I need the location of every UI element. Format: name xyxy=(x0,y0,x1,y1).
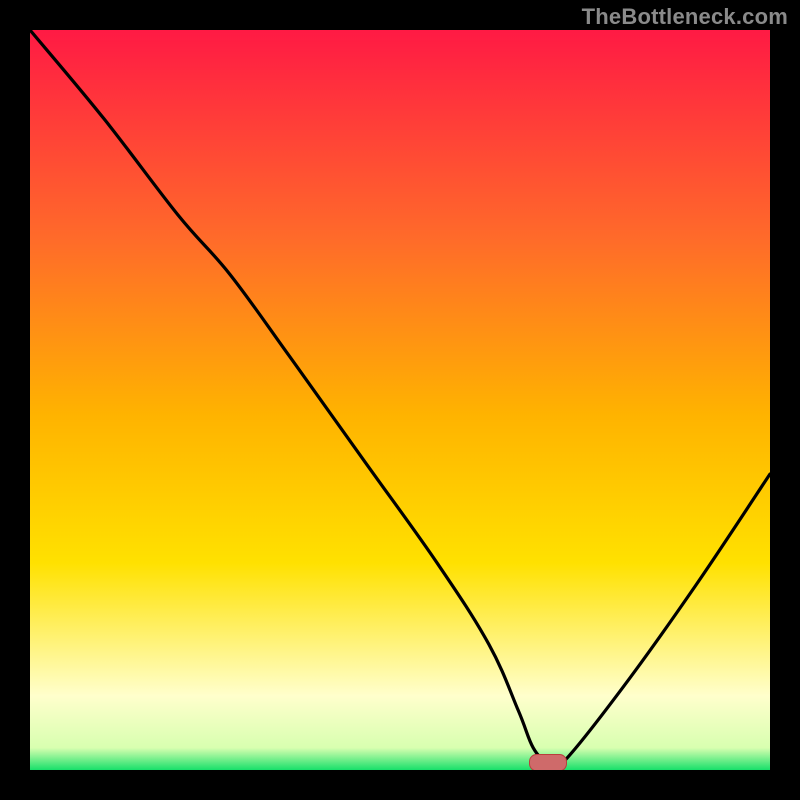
chart-frame: TheBottleneck.com xyxy=(0,0,800,800)
plot-area xyxy=(30,30,770,770)
optimal-marker xyxy=(530,755,567,771)
gradient-background xyxy=(30,30,770,770)
bottleneck-chart xyxy=(30,30,770,770)
watermark-text: TheBottleneck.com xyxy=(582,4,788,30)
